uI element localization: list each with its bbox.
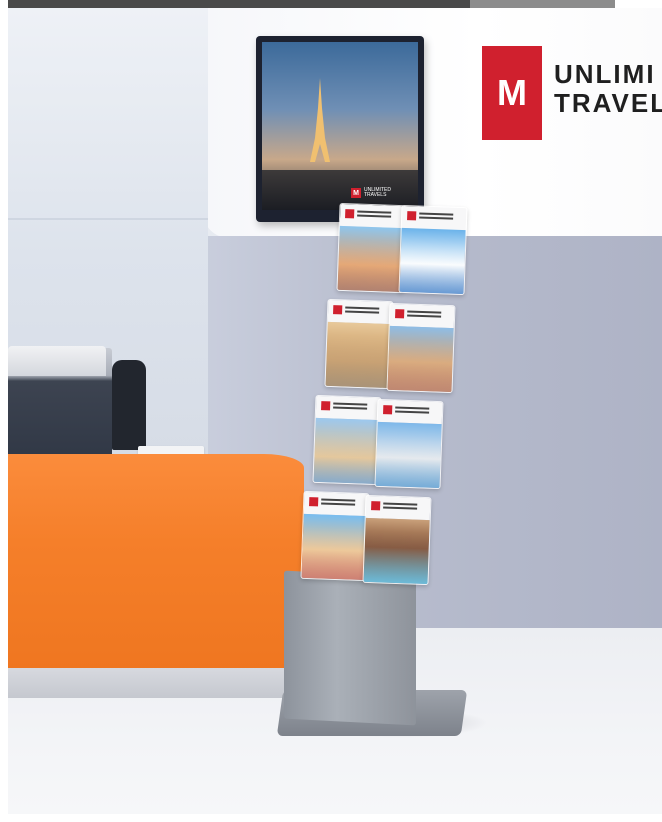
tv-screen-display: M UNLIMITED TRAVELS (256, 36, 424, 222)
office-chair (112, 360, 146, 450)
brochure-rack (294, 200, 468, 600)
counter-base (8, 668, 298, 698)
tv-screen-image: M UNLIMITED TRAVELS (262, 42, 418, 210)
travel-agency-photo: M UNLIMITED TRAVELS M UNLIMI TRAVEL (8, 8, 662, 814)
tv-logo-text: UNLIMITED TRAVELS (364, 187, 391, 198)
tv-logo: M UNLIMITED TRAVELS (351, 188, 408, 198)
brochure (362, 494, 432, 586)
brochure (386, 302, 456, 394)
brochure (324, 298, 394, 390)
unlimited-travel-logo-icon: M (482, 46, 542, 140)
brochure (336, 202, 406, 294)
eiffel-tower-icon (310, 78, 330, 162)
brand-sign-text: UNLIMI TRAVEL (554, 60, 662, 118)
top-strip (8, 0, 615, 8)
brochure (300, 490, 370, 582)
photo-frame: M UNLIMITED TRAVELS M UNLIMI TRAVEL (0, 0, 662, 822)
brochure (374, 398, 444, 490)
top-strip-segment (470, 0, 615, 8)
brochure (312, 394, 382, 486)
wall-seam (8, 218, 208, 220)
printer-lid (8, 346, 106, 376)
brochure (398, 204, 468, 296)
orange-counter (8, 454, 304, 672)
tv-logo-mark-icon: M (351, 188, 361, 198)
